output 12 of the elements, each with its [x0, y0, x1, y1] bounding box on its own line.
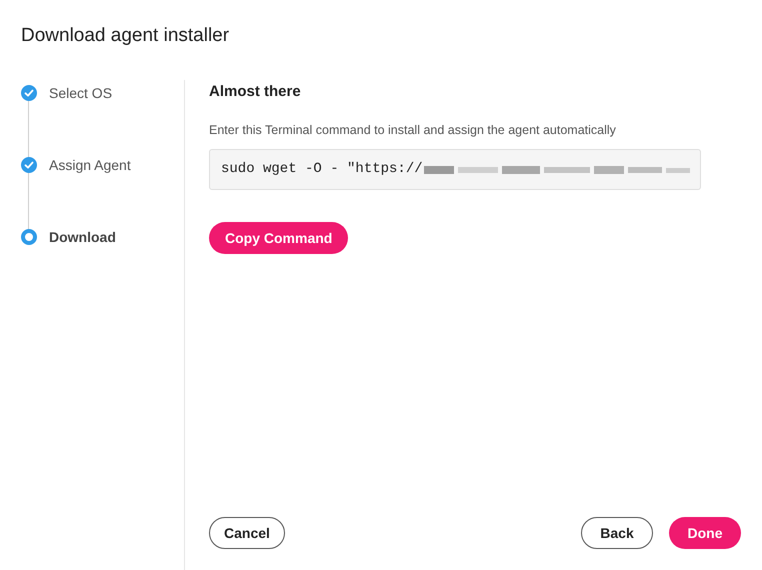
- done-button[interactable]: Done: [669, 517, 741, 549]
- dialog-title: Download agent installer: [20, 24, 230, 48]
- copy-command-button[interactable]: Copy Command: [209, 222, 348, 254]
- instruction-text: Enter this Terminal command to install and assign the agent automatically: [209, 122, 617, 138]
- step-label: Download: [49, 228, 116, 246]
- back-button[interactable]: Back: [581, 517, 653, 549]
- section-heading: Almost there: [209, 82, 302, 102]
- step-label: Assign Agent: [49, 156, 131, 174]
- step-label: Select OS: [49, 84, 112, 102]
- cancel-button[interactable]: Cancel: [209, 517, 285, 549]
- command-text: sudo wget -O - "https://: [221, 160, 423, 179]
- command-field[interactable]: sudo wget -O - "https://: [209, 149, 701, 190]
